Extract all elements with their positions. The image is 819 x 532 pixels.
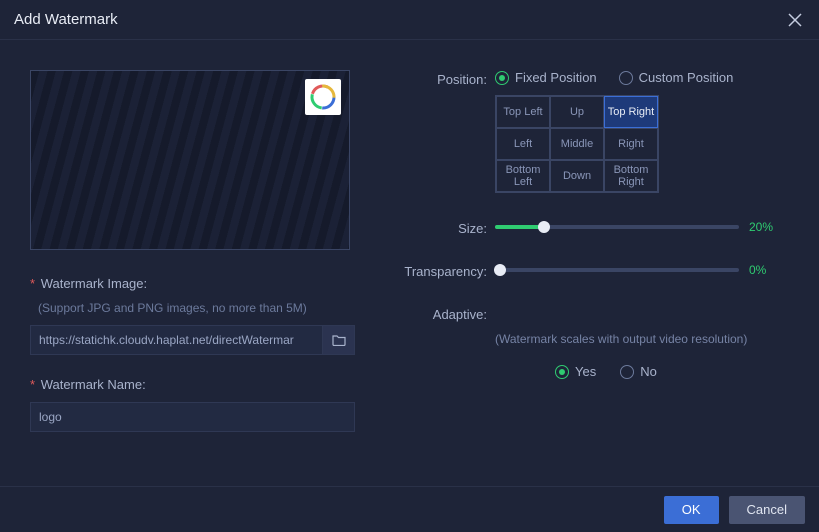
dialog-footer: OK Cancel bbox=[0, 486, 819, 532]
position-cell[interactable]: Top Right bbox=[604, 96, 658, 128]
position-cell[interactable]: Up bbox=[550, 96, 604, 128]
position-cell[interactable]: Middle bbox=[550, 128, 604, 160]
size-slider[interactable] bbox=[495, 219, 739, 235]
radio-fixed-position[interactable]: Fixed Position bbox=[495, 70, 597, 85]
radio-custom-label: Custom Position bbox=[639, 70, 734, 85]
dialog-title: Add Watermark bbox=[14, 11, 118, 28]
watermark-name-input[interactable] bbox=[30, 402, 355, 432]
watermark-image-label: * Watermark Image: bbox=[30, 276, 355, 291]
close-button[interactable] bbox=[785, 10, 805, 30]
watermark-preview bbox=[30, 70, 350, 250]
position-cell[interactable]: Right bbox=[604, 128, 658, 160]
cancel-button[interactable]: Cancel bbox=[729, 496, 805, 524]
close-icon bbox=[788, 13, 802, 27]
transparency-slider[interactable] bbox=[495, 262, 739, 278]
radio-dot-icon bbox=[620, 365, 634, 379]
transparency-row: Transparency: 0% bbox=[395, 262, 789, 279]
adaptive-label: Adaptive: bbox=[395, 305, 495, 322]
radio-dot-icon bbox=[619, 71, 633, 85]
adaptive-row: Adaptive: bbox=[395, 305, 789, 322]
radio-custom-position[interactable]: Custom Position bbox=[619, 70, 734, 85]
radio-adaptive-no[interactable]: No bbox=[620, 364, 657, 379]
logo-icon bbox=[309, 83, 337, 111]
radio-no-label: No bbox=[640, 364, 657, 379]
watermark-name-label: * Watermark Name: bbox=[30, 377, 355, 392]
position-grid: Top LeftUpTop RightLeftMiddleRightBottom… bbox=[495, 95, 659, 193]
watermark-thumbnail bbox=[305, 79, 341, 115]
browse-button[interactable] bbox=[323, 325, 355, 355]
radio-dot-icon bbox=[495, 71, 509, 85]
required-marker: * bbox=[30, 276, 35, 291]
radio-adaptive-yes[interactable]: Yes bbox=[555, 364, 596, 379]
adaptive-hint: (Watermark scales with output video reso… bbox=[495, 332, 789, 346]
position-cell[interactable]: Down bbox=[550, 160, 604, 192]
position-cell[interactable]: Bottom Right bbox=[604, 160, 658, 192]
required-marker: * bbox=[30, 377, 35, 392]
ok-button[interactable]: OK bbox=[664, 496, 719, 524]
transparency-value: 0% bbox=[749, 263, 789, 277]
folder-icon bbox=[332, 334, 346, 346]
position-cell[interactable]: Left bbox=[496, 128, 550, 160]
position-cell[interactable]: Top Left bbox=[496, 96, 550, 128]
radio-yes-label: Yes bbox=[575, 364, 596, 379]
position-row: Position: Fixed Position Custom Position… bbox=[395, 70, 789, 193]
size-value: 20% bbox=[749, 220, 789, 234]
titlebar: Add Watermark bbox=[0, 0, 819, 40]
transparency-label: Transparency: bbox=[395, 262, 495, 279]
position-cell[interactable]: Bottom Left bbox=[496, 160, 550, 192]
radio-fixed-label: Fixed Position bbox=[515, 70, 597, 85]
position-label: Position: bbox=[395, 70, 495, 87]
watermark-image-input[interactable] bbox=[30, 325, 323, 355]
watermark-image-hint: (Support JPG and PNG images, no more tha… bbox=[30, 301, 355, 315]
size-label: Size: bbox=[395, 219, 495, 236]
size-row: Size: 20% bbox=[395, 219, 789, 236]
radio-dot-icon bbox=[555, 365, 569, 379]
